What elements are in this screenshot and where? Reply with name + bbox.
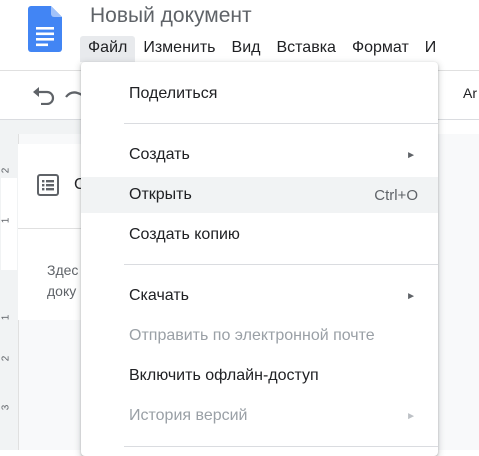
ruler-page-area (438, 120, 479, 135)
menu-item-label: Поделиться (129, 85, 218, 102)
undo-icon[interactable] (32, 85, 56, 105)
google-docs-logo-icon[interactable] (28, 6, 62, 52)
menu-insert[interactable]: Вставка (268, 36, 343, 62)
submenu-arrow-icon: ► (406, 411, 416, 422)
menu-separator (124, 264, 438, 265)
ruler-number: 2 (0, 167, 12, 174)
menu-view[interactable]: Вид (224, 36, 269, 62)
menu-item-open[interactable]: Открыть Ctrl+O (81, 177, 438, 213)
ruler-number: 1 (0, 217, 12, 224)
submenu-arrow-icon: ► (406, 150, 416, 161)
menu-item-version-history[interactable]: История версий ► (81, 398, 438, 434)
menu-item-email[interactable]: Отправить по электронной почте (81, 318, 438, 354)
menu-item-shortcut: Ctrl+O (374, 187, 418, 204)
menu-format[interactable]: Формат (344, 36, 417, 62)
outline-text-line: доку (47, 283, 77, 299)
file-menu-dropdown: Поделиться Создать ► Открыть Ctrl+O Созд… (81, 62, 438, 456)
menu-tools-partial[interactable]: И (417, 36, 445, 62)
submenu-arrow-icon: ► (406, 291, 416, 302)
menu-item-new[interactable]: Создать ► (81, 137, 438, 173)
menu-separator (124, 446, 438, 447)
outline-placeholder-text: Здес доку (47, 260, 81, 302)
menu-file[interactable]: Файл (80, 36, 136, 62)
menu-item-label: Отправить по электронной почте (129, 327, 375, 344)
outline-text-line: Здес (47, 262, 79, 278)
menu-edit[interactable]: Изменить (135, 36, 223, 62)
menu-item-label: Открыть (129, 186, 192, 203)
menu-item-label: История версий (129, 407, 248, 424)
ruler-number: 3 (0, 404, 12, 411)
menu-item-download[interactable]: Скачать ► (81, 278, 438, 314)
ruler-number: 2 (0, 355, 12, 362)
document-title[interactable]: Новый документ (90, 4, 252, 28)
font-selector[interactable]: Ar (463, 85, 477, 101)
menu-item-share[interactable]: Поделиться (81, 76, 438, 112)
menu-item-make-copy[interactable]: Создать копию (81, 217, 438, 253)
menu-item-label: Скачать (129, 287, 189, 304)
menu-item-label: Включить офлайн-доступ (129, 367, 319, 384)
vertical-ruler-page-area (1, 178, 17, 270)
menu-item-label: Создать (129, 146, 190, 163)
menu-bar: Файл Изменить Вид Вставка Формат И (80, 36, 444, 62)
ruler-number: 1 (0, 314, 12, 321)
menu-item-offline[interactable]: Включить офлайн-доступ (81, 358, 438, 394)
outline-list-icon[interactable] (37, 174, 59, 196)
menu-separator (124, 123, 438, 124)
menu-item-label: Создать копию (129, 226, 240, 243)
